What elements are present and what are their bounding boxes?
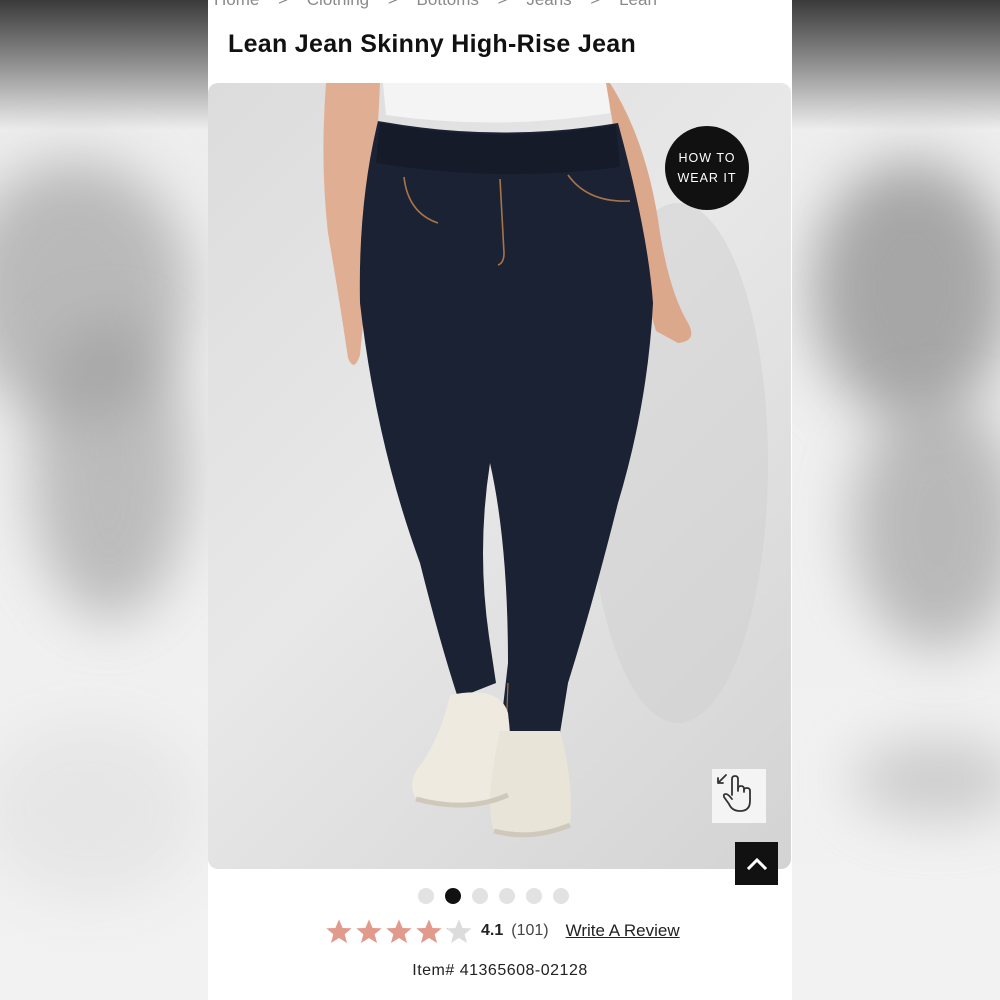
how-to-wear-it-button[interactable]: HOW TO WEAR IT: [665, 126, 749, 210]
rating-value: 4.1: [481, 922, 504, 939]
expand-gesture-icon[interactable]: [712, 769, 766, 823]
star-icon: [416, 919, 442, 943]
how-to-label: HOW TO: [678, 151, 736, 165]
star-rating[interactable]: [325, 918, 473, 945]
item-number: Item# 41365608-02128: [412, 962, 588, 979]
breadcrumb-item-lean[interactable]: Lean: [619, 0, 657, 9]
breadcrumb-item-home[interactable]: Home: [214, 0, 259, 9]
write-review-link[interactable]: Write A Review: [566, 921, 680, 941]
breadcrumb-separator: >: [278, 0, 288, 9]
carousel-dot[interactable]: [553, 888, 569, 904]
breadcrumb-item-jeans[interactable]: Jeans: [526, 0, 571, 9]
carousel-dot[interactable]: [499, 888, 515, 904]
carousel-dots: [418, 888, 569, 904]
star-icon: [446, 919, 472, 943]
breadcrumb-item-bottoms[interactable]: Bottoms: [417, 0, 479, 9]
backdrop-right: [792, 0, 1000, 1000]
breadcrumb-separator: >: [498, 0, 508, 9]
product-image[interactable]: HOW TO WEAR IT: [208, 83, 791, 869]
product-title: Lean Jean Skinny High-Rise Jean: [228, 30, 637, 58]
star-icon: [356, 919, 382, 943]
back-to-top-button[interactable]: [735, 842, 778, 885]
breadcrumb-separator: >: [590, 0, 600, 9]
carousel-dot[interactable]: [418, 888, 434, 904]
rating-row: 4.1 (101) Write A Review: [325, 914, 680, 948]
star-icon: [326, 919, 352, 943]
chevron-up-icon: [746, 857, 767, 870]
star-icon: [386, 919, 412, 943]
breadcrumb-item-clothing[interactable]: Clothing: [307, 0, 369, 9]
carousel-dot[interactable]: [445, 888, 461, 904]
carousel-dot[interactable]: [526, 888, 542, 904]
wear-it-label: WEAR IT: [677, 171, 737, 185]
product-page: Home > Clothing > Bottoms > Jeans > Lean…: [208, 0, 792, 1000]
backdrop-left: [0, 0, 208, 1000]
review-count[interactable]: (101): [511, 922, 548, 940]
breadcrumb: Home > Clothing > Bottoms > Jeans > Lean: [214, 0, 671, 10]
breadcrumb-separator: >: [388, 0, 398, 9]
carousel-dot[interactable]: [472, 888, 488, 904]
